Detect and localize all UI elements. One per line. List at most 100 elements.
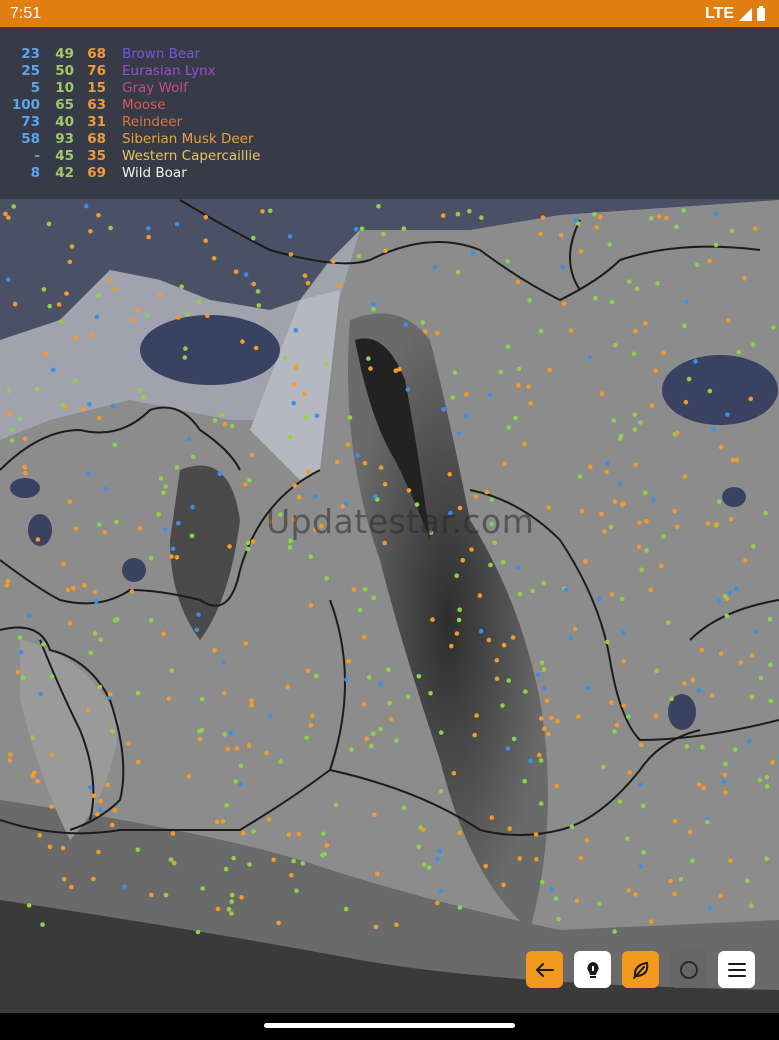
green-marker bbox=[705, 819, 710, 825]
green-marker bbox=[158, 476, 164, 481]
green-marker bbox=[516, 366, 522, 372]
orange-marker bbox=[246, 743, 252, 748]
green-marker bbox=[9, 438, 15, 443]
green-marker bbox=[149, 618, 154, 623]
green-marker bbox=[416, 844, 422, 850]
orange-marker bbox=[383, 248, 388, 253]
green-marker bbox=[320, 831, 326, 837]
green-marker bbox=[294, 888, 299, 894]
blue-marker bbox=[563, 587, 568, 593]
orange-marker bbox=[96, 213, 101, 218]
menu-button[interactable] bbox=[718, 951, 755, 988]
blue-marker bbox=[190, 504, 195, 510]
green-marker bbox=[333, 802, 339, 808]
green-marker bbox=[324, 361, 329, 367]
legend-value-2: 45 bbox=[55, 148, 74, 164]
orange-marker bbox=[251, 281, 256, 287]
green-marker bbox=[456, 617, 462, 623]
home-handle[interactable] bbox=[264, 1023, 515, 1028]
orange-marker bbox=[657, 214, 662, 219]
orange-marker bbox=[382, 540, 388, 546]
back-button[interactable] bbox=[526, 951, 563, 988]
orange-marker bbox=[517, 856, 522, 861]
orange-marker bbox=[49, 804, 54, 809]
orange-marker bbox=[472, 732, 478, 738]
green-marker bbox=[343, 906, 349, 912]
blue-marker bbox=[725, 412, 730, 418]
green-marker bbox=[378, 726, 383, 732]
orange-marker bbox=[501, 642, 507, 648]
legend-value-3: 68 bbox=[87, 131, 106, 147]
orange-marker bbox=[675, 430, 680, 436]
green-marker bbox=[457, 905, 463, 910]
legend-value-3: 35 bbox=[87, 148, 106, 164]
orange-marker bbox=[171, 860, 177, 866]
green-marker bbox=[190, 454, 196, 460]
orange-marker bbox=[137, 525, 143, 531]
orange-marker bbox=[296, 831, 302, 837]
orange-marker bbox=[65, 587, 71, 593]
orange-marker bbox=[292, 483, 298, 489]
green-marker bbox=[47, 303, 52, 309]
orange-marker bbox=[633, 892, 638, 897]
hint-button[interactable] bbox=[574, 951, 611, 988]
orange-marker bbox=[7, 758, 13, 763]
circle-toggle-button[interactable] bbox=[670, 951, 707, 988]
legend-value-1: 100 bbox=[11, 97, 40, 113]
legend-value-1: 5 bbox=[30, 80, 40, 96]
blue-marker bbox=[94, 314, 100, 320]
green-marker bbox=[161, 490, 166, 496]
lure-button[interactable] bbox=[622, 951, 659, 988]
orange-marker bbox=[249, 452, 255, 458]
orange-marker bbox=[91, 876, 96, 882]
green-marker bbox=[163, 892, 169, 898]
green-marker bbox=[112, 618, 118, 623]
blue-marker bbox=[463, 413, 469, 419]
orange-marker bbox=[108, 692, 113, 697]
orange-marker bbox=[728, 517, 734, 522]
green-marker bbox=[717, 499, 722, 505]
blue-marker bbox=[6, 277, 11, 282]
green-marker bbox=[690, 858, 695, 864]
blue-marker bbox=[587, 355, 593, 360]
navigation-bar bbox=[0, 1013, 779, 1040]
green-marker bbox=[624, 836, 630, 841]
blue-marker bbox=[38, 691, 43, 697]
orange-marker bbox=[753, 226, 758, 231]
green-marker bbox=[597, 901, 602, 906]
orange-marker bbox=[372, 812, 377, 818]
green-marker bbox=[763, 510, 768, 516]
legend-value-3: 15 bbox=[87, 80, 106, 96]
orange-marker bbox=[653, 368, 658, 373]
orange-marker bbox=[56, 302, 62, 307]
orange-marker bbox=[289, 873, 294, 878]
green-marker bbox=[59, 319, 64, 324]
green-marker bbox=[212, 418, 218, 423]
orange-marker bbox=[305, 280, 311, 286]
green-marker bbox=[247, 862, 252, 867]
orange-marker bbox=[544, 698, 550, 704]
green-marker bbox=[41, 642, 46, 647]
green-marker bbox=[359, 226, 365, 231]
legend-value-2: 50 bbox=[55, 63, 74, 79]
orange-marker bbox=[106, 277, 112, 283]
green-marker bbox=[223, 866, 229, 872]
orange-marker bbox=[64, 291, 69, 296]
green-marker bbox=[135, 847, 141, 852]
blue-marker bbox=[405, 387, 411, 392]
orange-marker bbox=[718, 445, 724, 450]
green-marker bbox=[655, 281, 660, 286]
orange-marker bbox=[96, 415, 102, 421]
blue-marker bbox=[170, 546, 176, 552]
orange-marker bbox=[748, 396, 753, 402]
legend-value-1: 73 bbox=[21, 114, 40, 130]
orange-marker bbox=[250, 539, 256, 544]
orange-marker bbox=[502, 461, 508, 467]
blue-marker bbox=[549, 887, 554, 892]
green-marker bbox=[366, 675, 372, 680]
orange-marker bbox=[749, 653, 755, 658]
orange-marker bbox=[494, 657, 500, 663]
green-marker bbox=[233, 779, 238, 784]
orange-marker bbox=[3, 211, 8, 217]
blue-marker bbox=[217, 471, 223, 477]
